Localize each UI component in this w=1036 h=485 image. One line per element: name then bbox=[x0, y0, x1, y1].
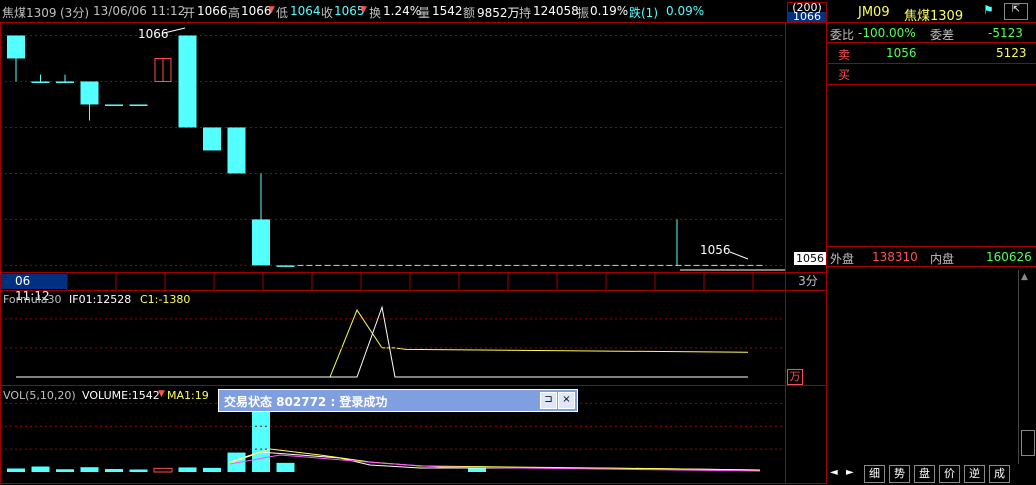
volume-bar bbox=[105, 469, 123, 472]
candle-body bbox=[105, 104, 123, 106]
last-marker-line bbox=[729, 251, 749, 260]
formula-line-c1 bbox=[16, 305, 748, 378]
formula-c1-label: C1:-1380 bbox=[140, 293, 191, 306]
candle-body bbox=[203, 127, 221, 151]
alarm-icon[interactable]: ⚑ bbox=[983, 3, 994, 17]
candle-body bbox=[129, 104, 148, 106]
tab-3[interactable]: 价 bbox=[939, 465, 960, 483]
time-grid bbox=[66, 272, 754, 290]
period-button[interactable]: 3分 bbox=[793, 274, 823, 289]
ma-line-2 bbox=[229, 448, 761, 471]
tick-scrollbar[interactable]: ▲ bbox=[1018, 270, 1035, 464]
formula-line-if01 bbox=[16, 309, 749, 378]
sell-label: 卖 bbox=[838, 48, 851, 62]
sell-price: 1056 bbox=[886, 46, 917, 60]
candle-body bbox=[31, 81, 50, 83]
tab-scroll-left[interactable]: ◄ bbox=[830, 467, 838, 478]
volume-bar bbox=[129, 469, 148, 472]
weibi-value: -100.00% bbox=[858, 26, 916, 40]
volume-down-icon: ▼ bbox=[158, 389, 165, 399]
buy-label: 买 bbox=[838, 68, 851, 82]
trade-status-popup[interactable]: 交易状态 802772 : 登录成功 ⊐ × bbox=[218, 389, 578, 412]
candle-body bbox=[7, 35, 25, 59]
expand-icon[interactable]: ⇱ bbox=[1004, 3, 1028, 20]
volume-ma1-label: MA1:19 bbox=[167, 389, 209, 402]
volume-bar bbox=[178, 467, 197, 472]
unit-button[interactable]: 万 bbox=[787, 369, 803, 385]
tab-scroll-right[interactable]: ► bbox=[846, 467, 854, 478]
tab-0[interactable]: 细 bbox=[864, 465, 885, 483]
price-grid bbox=[0, 34, 785, 266]
candle-body bbox=[276, 265, 295, 267]
candle-body bbox=[252, 219, 270, 266]
formula-title: Formula30 bbox=[3, 293, 62, 306]
price-badge: (200) 1066 bbox=[787, 2, 827, 22]
quote-code: JM09 bbox=[858, 5, 890, 20]
sell-volume: 5123 bbox=[996, 46, 1027, 60]
high-marker-label: 1066 bbox=[138, 27, 169, 41]
last-marker-label: 1056 bbox=[700, 243, 731, 257]
tab-5[interactable]: 成 bbox=[989, 465, 1010, 483]
tab-4[interactable]: 逆 bbox=[964, 465, 985, 483]
volume-bar bbox=[80, 467, 99, 472]
formula-if-label: IF01:12528 bbox=[69, 293, 132, 306]
candle-body bbox=[178, 35, 197, 128]
volume-bar bbox=[7, 468, 25, 472]
inner-label: 内盘 bbox=[930, 252, 955, 266]
pin-icon[interactable]: ⊐ bbox=[540, 392, 557, 409]
time-highlight: 06 11:12 bbox=[1, 274, 67, 303]
candle-body bbox=[56, 81, 74, 83]
formula-series bbox=[0, 305, 785, 378]
volume-bar bbox=[56, 469, 74, 472]
close-icon[interactable]: × bbox=[558, 392, 575, 409]
trade-popup-title: 交易状态 802772 : 登录成功 bbox=[224, 395, 388, 409]
volume-bar bbox=[153, 467, 173, 473]
inner-value: 160626 bbox=[986, 250, 1032, 264]
quote-panel: JM09 焦煤1309 ⚑ ⇱ 委比 -100.00% 委差 -5123 卖 1… bbox=[828, 0, 1036, 485]
outer-value: 138310 bbox=[872, 250, 918, 264]
volume-title: VOL(5,10,20) bbox=[3, 389, 76, 402]
price-badge-price: 1066 bbox=[788, 11, 826, 22]
outer-label: 外盘 bbox=[830, 252, 855, 266]
candle-body bbox=[227, 127, 246, 174]
weibi-label: 委比 bbox=[830, 28, 855, 42]
current-price-tag: 1056 bbox=[794, 252, 826, 265]
volume-ma-lines bbox=[229, 448, 761, 472]
candlestick-series bbox=[7, 35, 295, 267]
weicha-label: 委差 bbox=[930, 28, 955, 42]
volume-bar bbox=[203, 467, 221, 472]
tab-1[interactable]: 势 bbox=[889, 465, 910, 483]
weicha-value: -5123 bbox=[988, 26, 1023, 40]
volume-bar bbox=[31, 466, 50, 472]
tab-2[interactable]: 盘 bbox=[914, 465, 935, 483]
volume-bar bbox=[276, 462, 295, 472]
volume-value-label: VOLUME:1542 bbox=[82, 389, 160, 402]
candle-body bbox=[80, 81, 99, 105]
flat-price-line bbox=[297, 219, 763, 266]
